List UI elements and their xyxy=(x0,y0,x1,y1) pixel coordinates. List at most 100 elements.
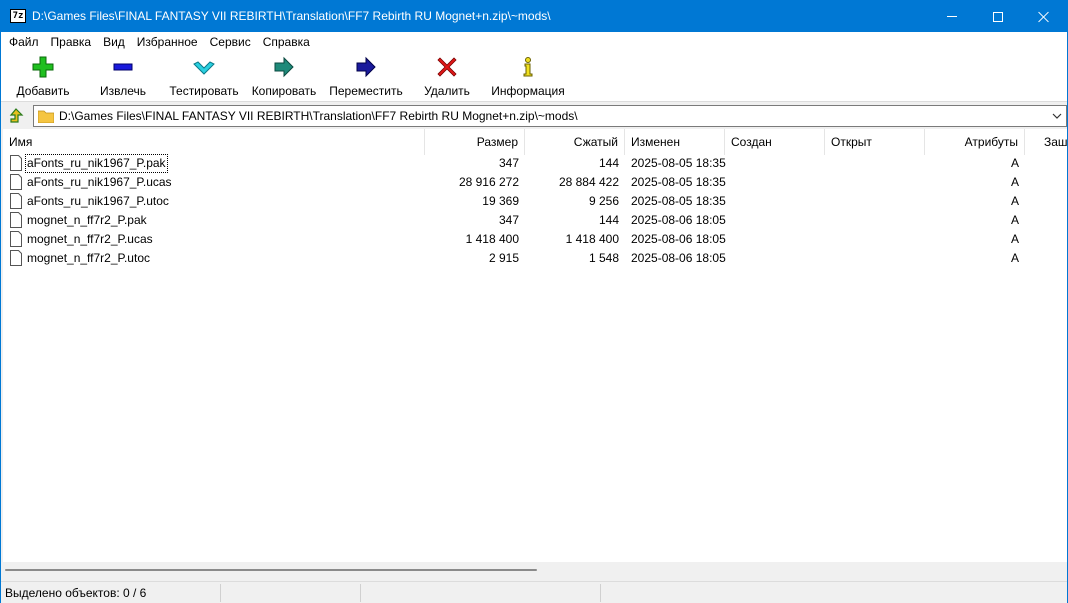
copy-arrow-icon xyxy=(274,56,294,78)
move-label: Переместить xyxy=(329,84,403,98)
file-packed: 1 418 400 xyxy=(565,232,619,246)
delete-label: Удалить xyxy=(424,84,470,98)
file-name[interactable]: aFonts_ru_nik1967_P.pak xyxy=(25,154,168,173)
file-name[interactable]: aFonts_ru_nik1967_P.ucas xyxy=(25,173,174,192)
copy-label: Копировать xyxy=(251,84,317,98)
title-bar[interactable]: 7z D:\Games Files\FINAL FANTASY VII REBI… xyxy=(1,1,1067,32)
file-icon xyxy=(10,193,22,209)
status-pane-date xyxy=(361,584,601,602)
extract-button[interactable]: Извлечь xyxy=(83,56,163,100)
file-modified: 2025-08-05 18:35 xyxy=(631,156,726,170)
address-bar: D:\Games Files\FINAL FANTASY VII REBIRTH… xyxy=(1,104,1067,128)
column-header-size[interactable]: Размер xyxy=(425,129,525,155)
close-icon xyxy=(1038,11,1050,23)
list-header: Имя Размер Сжатый Изменен Создан Открыт … xyxy=(3,129,1067,155)
add-button[interactable]: Добавить xyxy=(3,56,83,100)
menu-tools[interactable]: Сервис xyxy=(204,32,257,52)
table-row[interactable]: aFonts_ru_nik1967_P.utoc 19 369 9 256 20… xyxy=(3,192,1067,211)
file-packed: 144 xyxy=(598,213,619,227)
file-packed: 144 xyxy=(598,156,619,170)
file-icon xyxy=(10,174,22,190)
column-header-accessed[interactable]: Открыт xyxy=(825,129,925,155)
maximize-button[interactable] xyxy=(975,1,1021,32)
menu-bar: Файл Правка Вид Избранное Сервис Справка xyxy=(1,32,1067,52)
file-packed: 28 884 422 xyxy=(558,175,619,189)
file-attributes: A xyxy=(1010,213,1019,227)
info-label: Информация xyxy=(491,84,565,98)
folder-icon xyxy=(38,110,54,123)
table-row[interactable]: aFonts_ru_nik1967_P.ucas 28 916 272 28 8… xyxy=(3,173,1067,192)
delete-button[interactable]: Удалить xyxy=(407,56,487,100)
table-row[interactable]: mognet_n_ff7r2_P.utoc 2 915 1 548 2025-0… xyxy=(3,249,1067,268)
file-modified: 2025-08-06 18:05 xyxy=(631,251,726,265)
toolbar: Добавить Извлечь Тестировать Копировать … xyxy=(1,52,1067,102)
column-header-packed[interactable]: Сжатый xyxy=(525,129,625,155)
horizontal-scrollbar[interactable] xyxy=(3,562,1067,579)
close-button[interactable] xyxy=(1021,1,1067,32)
file-size: 347 xyxy=(498,156,519,170)
file-size: 19 369 xyxy=(482,194,519,208)
info-icon xyxy=(523,57,533,77)
menu-help[interactable]: Справка xyxy=(257,32,316,52)
menu-file[interactable]: Файл xyxy=(3,32,45,52)
file-name[interactable]: mognet_n_ff7r2_P.pak xyxy=(25,211,149,230)
file-attributes: A xyxy=(1010,232,1019,246)
app-window: 7z D:\Games Files\FINAL FANTASY VII REBI… xyxy=(0,0,1068,603)
file-list[interactable]: Имя Размер Сжатый Изменен Создан Открыт … xyxy=(3,129,1067,579)
minimize-icon xyxy=(947,16,957,17)
copy-button[interactable]: Копировать xyxy=(244,56,324,100)
file-modified: 2025-08-05 18:35 xyxy=(631,175,726,189)
column-header-name[interactable]: Имя xyxy=(3,129,425,155)
7zip-app-icon[interactable]: 7z xyxy=(10,9,26,23)
move-arrow-icon xyxy=(356,56,376,78)
file-attributes: A xyxy=(1010,175,1019,189)
column-header-modified[interactable]: Изменен xyxy=(625,129,725,155)
file-attributes: A xyxy=(1010,156,1019,170)
file-attributes: A xyxy=(1010,251,1019,265)
file-name[interactable]: mognet_n_ff7r2_P.ucas xyxy=(25,230,155,249)
chevron-down-icon[interactable] xyxy=(1052,113,1062,120)
file-name[interactable]: mognet_n_ff7r2_P.utoc xyxy=(25,249,152,268)
add-label: Добавить xyxy=(16,84,70,98)
status-selected-count: Выделено объектов: 0 / 6 xyxy=(5,584,221,602)
column-header-attributes[interactable]: Атрибуты xyxy=(925,129,1025,155)
add-plus-icon xyxy=(32,56,54,78)
file-icon xyxy=(10,250,22,266)
file-size: 28 916 272 xyxy=(458,175,519,189)
table-row[interactable]: mognet_n_ff7r2_P.pak 347 144 2025-08-06 … xyxy=(3,211,1067,230)
path-combobox[interactable]: D:\Games Files\FINAL FANTASY VII REBIRTH… xyxy=(33,105,1067,127)
path-text: D:\Games Files\FINAL FANTASY VII REBIRTH… xyxy=(59,109,578,123)
info-button[interactable]: Информация xyxy=(488,56,568,100)
delete-x-icon xyxy=(437,57,457,77)
maximize-icon xyxy=(993,11,1003,22)
column-header-encrypted[interactable]: Зашифрован xyxy=(1038,129,1067,155)
column-header-created[interactable]: Создан xyxy=(725,129,825,155)
file-modified: 2025-08-05 18:35 xyxy=(631,194,726,208)
extract-label: Извлечь xyxy=(99,84,146,98)
table-row[interactable]: mognet_n_ff7r2_P.ucas 1 418 400 1 418 40… xyxy=(3,230,1067,249)
window-title: D:\Games Files\FINAL FANTASY VII REBIRTH… xyxy=(32,9,551,23)
status-bar: Выделено объектов: 0 / 6 xyxy=(1,581,1067,603)
test-check-icon xyxy=(193,61,215,75)
move-button[interactable]: Переместить xyxy=(326,56,406,100)
file-attributes: A xyxy=(1010,194,1019,208)
menu-view[interactable]: Вид xyxy=(97,32,131,52)
file-size: 2 915 xyxy=(488,251,519,265)
status-pane-size xyxy=(221,584,361,602)
extract-minus-icon xyxy=(113,63,133,71)
scrollbar-thumb[interactable] xyxy=(5,569,537,571)
file-icon xyxy=(10,212,22,228)
table-row[interactable]: aFonts_ru_nik1967_P.pak 347 144 2025-08-… xyxy=(3,154,1067,173)
file-icon xyxy=(10,231,22,247)
menu-edit[interactable]: Правка xyxy=(45,32,98,52)
file-packed: 9 256 xyxy=(588,194,619,208)
menu-favorites[interactable]: Избранное xyxy=(131,32,204,52)
up-arrow-icon xyxy=(9,108,24,123)
up-folder-button[interactable] xyxy=(5,106,27,126)
file-name[interactable]: aFonts_ru_nik1967_P.utoc xyxy=(25,192,171,211)
file-packed: 1 548 xyxy=(588,251,619,265)
file-modified: 2025-08-06 18:05 xyxy=(631,232,726,246)
minimize-button[interactable] xyxy=(929,1,975,32)
test-button[interactable]: Тестировать xyxy=(164,56,244,100)
file-modified: 2025-08-06 18:05 xyxy=(631,213,726,227)
